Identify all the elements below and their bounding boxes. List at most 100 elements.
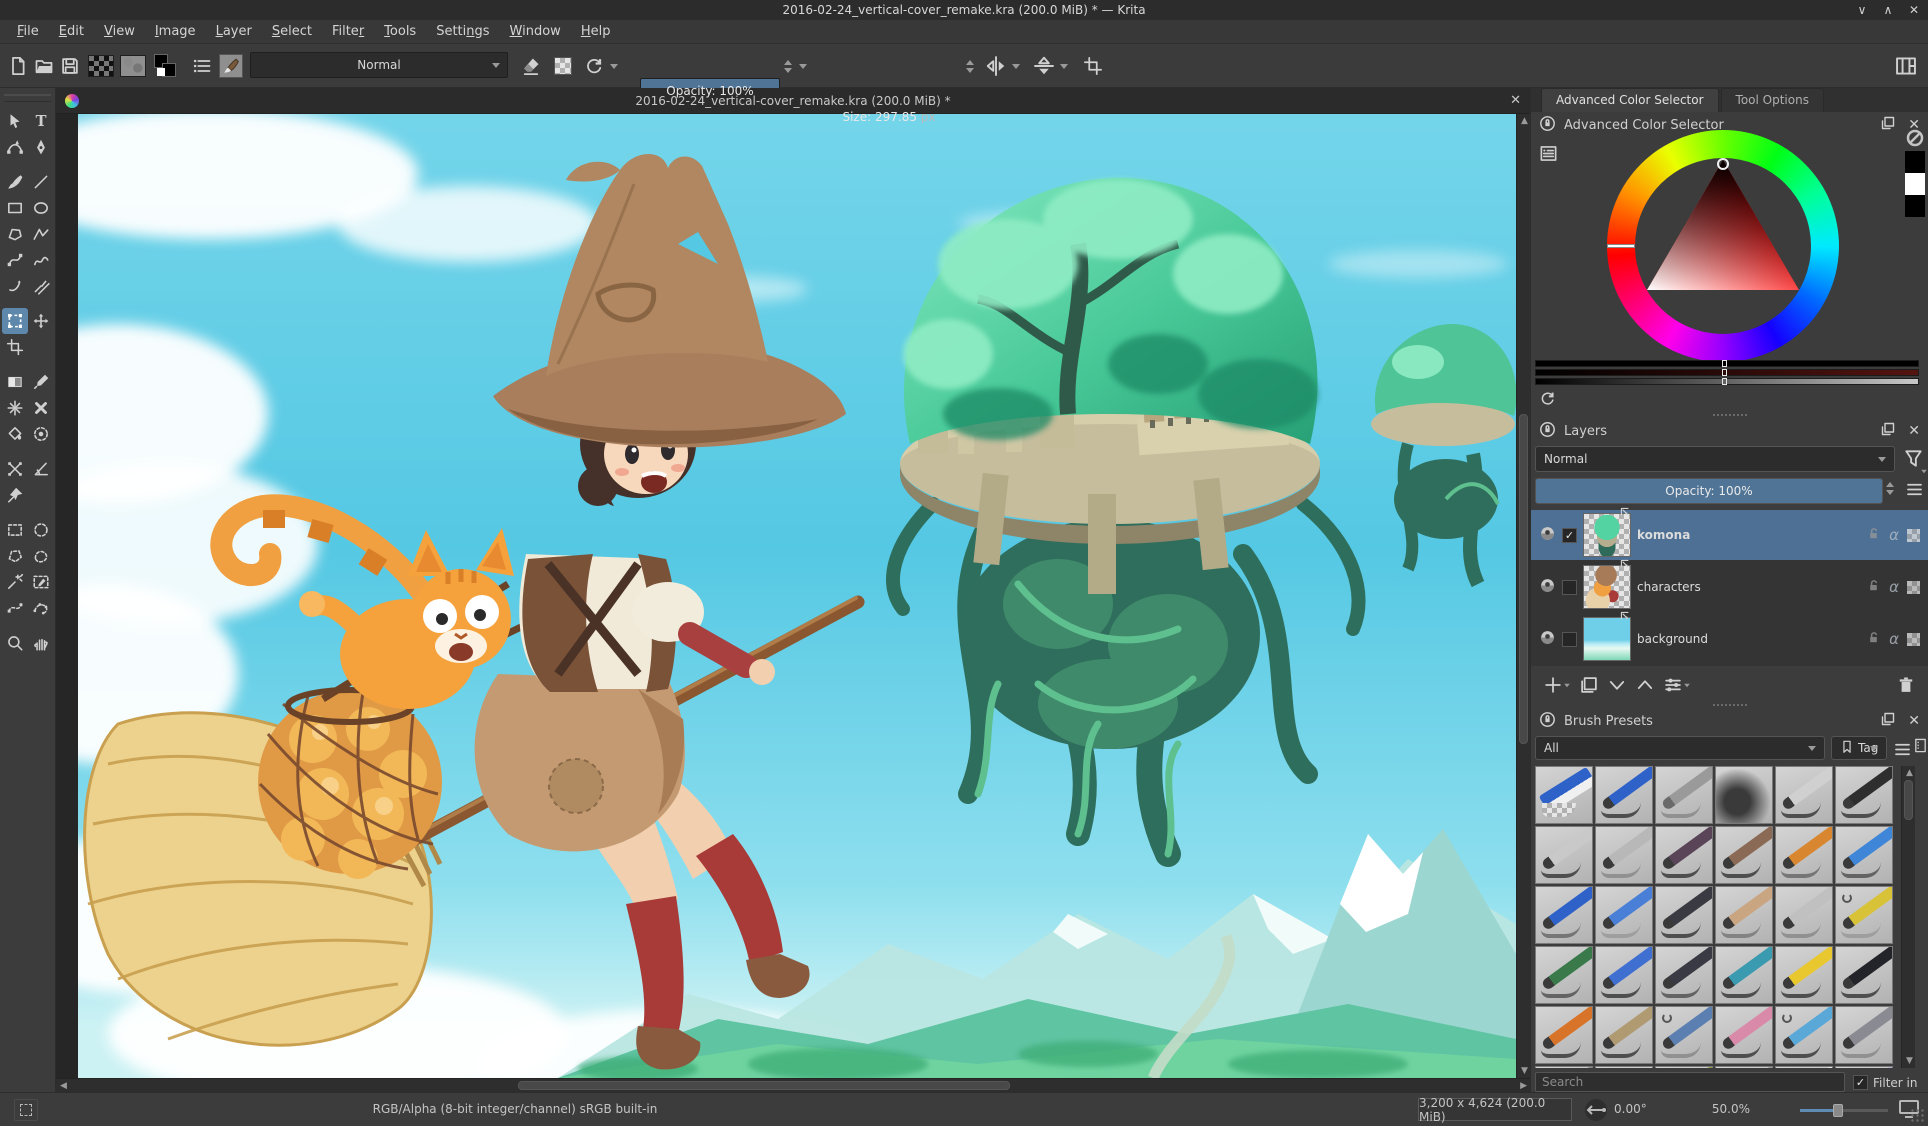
document-close-icon[interactable]: ✕ (1510, 93, 1521, 108)
tool-reference-images[interactable] (2, 482, 28, 508)
tool-calligraphy[interactable] (28, 134, 54, 160)
gradient-chooser[interactable] (88, 52, 114, 80)
tool-select-ellipse[interactable] (28, 517, 54, 543)
shade-strip-2[interactable] (1535, 369, 1919, 376)
layer-alpha-icon[interactable]: α (1889, 630, 1899, 648)
tab-advanced-color-selector[interactable]: Advanced Color Selector (1541, 88, 1719, 112)
scroll-up-icon[interactable]: ▲ (1521, 114, 1528, 128)
layer-opacity-spinner[interactable] (1883, 482, 1896, 495)
layer-visibility-icon[interactable] (1539, 629, 1556, 649)
brush-preset-3[interactable] (1655, 766, 1713, 824)
rotation-value[interactable]: 0.00° (1614, 1102, 1647, 1116)
brush-preset-29[interactable] (1775, 1006, 1833, 1064)
tool-fill[interactable] (2, 421, 28, 447)
brush-preset-9[interactable] (1655, 826, 1713, 884)
brush-preset-26[interactable] (1595, 1006, 1653, 1064)
delete-layer-button[interactable] (1896, 675, 1916, 695)
brush-preset-34[interactable] (1715, 1066, 1773, 1068)
layers-docker-header[interactable]: Layers ✕ (1531, 420, 1928, 442)
brush-search-input[interactable]: Search (1535, 1072, 1845, 1092)
hue-ring-marker[interactable] (1607, 244, 1635, 248)
tool-dynamic-brush[interactable] (2, 273, 28, 299)
layer-checkbox[interactable] (1562, 632, 1577, 647)
layer-row-characters[interactable]: charactersα (1531, 562, 1928, 612)
swatch-white[interactable] (1905, 173, 1925, 195)
menu-help[interactable]: Help (572, 21, 620, 42)
close-docker-icon[interactable]: ✕ (1908, 423, 1920, 439)
brush-filter-combo[interactable]: All (1535, 736, 1825, 760)
brush-preset-15[interactable] (1655, 886, 1713, 944)
brush-docker-header[interactable]: Brush Presets ✕ (1531, 710, 1928, 732)
document-tab[interactable]: 2016-02-24_vertical-cover_remake.kra (20… (56, 88, 1530, 114)
window-titlebar[interactable]: 2016-02-24_vertical-cover_remake.kra (20… (0, 0, 1928, 20)
brush-settings-icon[interactable] (190, 52, 214, 80)
brush-preset-31[interactable] (1535, 1066, 1593, 1068)
tool-move[interactable] (28, 308, 54, 334)
layer-visibility-icon[interactable] (1539, 577, 1556, 597)
canvas-rotation-dial[interactable] (1584, 1098, 1608, 1122)
float-docker-icon[interactable] (1880, 711, 1896, 731)
tool-select-freehand[interactable] (28, 543, 54, 569)
tool-smart-patch[interactable] (28, 395, 54, 421)
preserve-alpha-icon[interactable] (550, 52, 576, 80)
docker-splitter[interactable] (1713, 414, 1747, 418)
brush-preset-23[interactable] (1775, 946, 1833, 1004)
layer-thumbnail[interactable] (1583, 565, 1631, 609)
brush-preset-12[interactable] (1835, 826, 1893, 884)
brush-preset-28[interactable] (1715, 1006, 1773, 1064)
brush-preset-2[interactable] (1595, 766, 1653, 824)
image-dimensions[interactable]: 3,200 x 4,624 (200.0 MiB) (1418, 1098, 1572, 1121)
brush-preset-19[interactable] (1535, 946, 1593, 1004)
brush-preset-33[interactable] (1655, 1066, 1713, 1068)
brush-preset-17[interactable] (1775, 886, 1833, 944)
brush-preset-36[interactable] (1835, 1066, 1893, 1068)
duplicate-layer-button[interactable] (1579, 675, 1599, 695)
brush-preset-11[interactable] (1775, 826, 1833, 884)
brush-preset-21[interactable] (1655, 946, 1713, 1004)
tool-select-bezier[interactable] (2, 595, 28, 621)
menu-edit[interactable]: Edit (50, 21, 93, 42)
vscroll-thumb[interactable] (1519, 414, 1528, 744)
menu-select[interactable]: Select (263, 21, 321, 42)
color-settings-icon[interactable] (1539, 144, 1558, 166)
brush-preset-25[interactable] (1535, 1006, 1593, 1064)
pattern-chooser[interactable] (120, 52, 146, 80)
menu-file[interactable]: File (8, 21, 48, 42)
add-layer-button[interactable] (1543, 675, 1571, 695)
layer-checkbox[interactable]: ✓ (1562, 528, 1577, 543)
wrap-around-icon[interactable] (1080, 52, 1106, 80)
eraser-mode-icon[interactable] (518, 52, 544, 80)
tool-polygon[interactable] (2, 221, 28, 247)
layer-checkbox[interactable] (1562, 580, 1577, 595)
zoom-value[interactable]: 50.0% (1695, 1102, 1750, 1116)
tool-select-shapes[interactable] (2, 108, 28, 134)
size-spinner[interactable] (963, 52, 976, 80)
tool-polyline[interactable] (28, 221, 54, 247)
tool-freehand-brush[interactable] (2, 169, 28, 195)
tool-select-color[interactable] (28, 569, 54, 595)
scroll-down-icon[interactable]: ▼ (1521, 1064, 1528, 1078)
maximize-button[interactable]: ∧ (1880, 2, 1896, 18)
brush-preset-24[interactable] (1835, 946, 1893, 1004)
close-button[interactable]: ✕ (1906, 2, 1922, 18)
tool-select-rect[interactable] (2, 517, 28, 543)
move-layer-down-button[interactable] (1607, 675, 1627, 695)
tool-ellipse[interactable] (28, 195, 54, 221)
tool-line[interactable] (28, 169, 54, 195)
toolbox-handle[interactable] (4, 94, 51, 102)
minimize-button[interactable]: ∨ (1854, 2, 1870, 18)
brush-grid-scrollbar[interactable]: ▲ ▼ (1901, 766, 1915, 1068)
swatch-black-2[interactable] (1905, 195, 1925, 217)
docker-splitter[interactable] (1713, 704, 1747, 708)
brush-preset-1[interactable] (1535, 766, 1593, 824)
layer-thumbnail[interactable] (1583, 513, 1631, 557)
brush-preset-8[interactable] (1595, 826, 1653, 884)
scroll-left-icon[interactable]: ◀ (60, 1079, 67, 1093)
scroll-right-icon[interactable]: ▶ (1520, 1079, 1527, 1093)
layer-visibility-icon[interactable] (1539, 525, 1556, 545)
tool-crop[interactable] (2, 334, 28, 360)
brush-preset-14[interactable] (1595, 886, 1653, 944)
docker-lock-icon[interactable] (1539, 421, 1556, 442)
brush-preset-5[interactable] (1775, 766, 1833, 824)
brush-menu-icon[interactable] (1893, 740, 1912, 762)
